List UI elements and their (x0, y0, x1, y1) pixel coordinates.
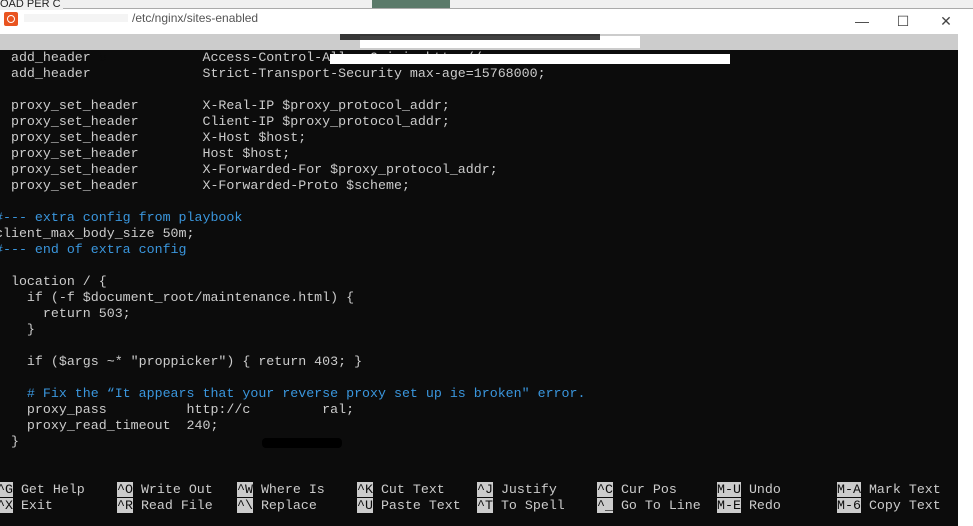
shortcut-key: ^G (0, 482, 13, 497)
background-window-tab (372, 0, 450, 8)
shortcut-key: ^\ (237, 498, 253, 513)
shortcut-key: ^R (117, 498, 133, 513)
shortcut-label: Get Help (20, 482, 85, 497)
code-line: add_header Strict-Transport-Security max… (0, 66, 546, 81)
shortcut-label: Replace (260, 498, 317, 513)
shortcut-label: Where Is (260, 482, 325, 497)
minimize-icon: — (855, 13, 869, 29)
code-line: if (-f $document_root/maintenance.html) … (0, 290, 355, 305)
shortcut-read-file[interactable]: ^R Read File (117, 498, 213, 514)
window-border (958, 34, 973, 526)
shortcut-key: ^C (597, 482, 613, 497)
shortcut-undo[interactable]: M-U Undo (717, 482, 781, 498)
shortcut-cut-text[interactable]: ^K Cut Text (357, 482, 445, 498)
shortcut-key: ^X (0, 498, 13, 513)
code-comment-line: # Fix the “It appears that your reverse … (0, 386, 586, 401)
shortcut-label: Exit (20, 498, 53, 513)
code-comment-line: #--- extra config from playbook (0, 210, 243, 225)
code-line: proxy_read_timeout 240; (0, 418, 219, 433)
shortcut-justify[interactable]: ^J Justify (477, 482, 557, 498)
shortcut-label: Justify (500, 482, 557, 497)
shortcut-key: ^U (357, 498, 373, 513)
shortcut-key: M-E (717, 498, 741, 513)
code-line: if ($args ~* "proppicker") { return 403;… (0, 354, 363, 369)
code-line: } (10, 434, 19, 449)
shortcut-label: Paste Text (380, 498, 461, 513)
code-line: return 503; (0, 306, 131, 321)
redacted-scribble (340, 34, 600, 40)
shortcut-replace[interactable]: ^\ Replace (237, 498, 317, 514)
shortcut-label: Mark Text (868, 482, 941, 497)
shortcut-label: Cur Pos (620, 482, 677, 497)
redacted-region (24, 14, 128, 22)
code-line: proxy_set_header X-Real-IP $proxy_protoc… (0, 98, 450, 113)
code-line: proxy_pass http://c ral; (0, 402, 355, 417)
code-line: proxy_set_header X-Forwarded-For $proxy_… (0, 162, 498, 177)
shortcut-exit[interactable]: ^X Exit (0, 498, 53, 514)
code-line: proxy_set_header X-Forwarded-Proto $sche… (0, 178, 410, 193)
nano-editor[interactable]: GNU nano 4.8 add_header Access-Control-A… (0, 34, 958, 526)
shortcut-label: Copy Text (868, 498, 941, 513)
redacted-region (262, 438, 342, 448)
ubuntu-icon (4, 12, 18, 26)
redacted-region (330, 54, 730, 64)
shortcut-to-spell[interactable]: ^T To Spell (477, 498, 565, 514)
shortcut-redo[interactable]: M-E Redo (717, 498, 781, 514)
shortcut-label: Cut Text (380, 482, 445, 497)
shortcut-write-out[interactable]: ^O Write Out (117, 482, 213, 498)
shortcut-key: ^K (357, 482, 373, 497)
shortcut-label: Undo (748, 482, 781, 497)
shortcut-key: ^O (117, 482, 133, 497)
shortcut-label: Write Out (140, 482, 213, 497)
title-bar[interactable]: /etc/nginx/sites-enabled — ☐ ✕ (0, 8, 973, 34)
minimize-button[interactable]: — (842, 8, 882, 34)
shortcut-key: M-A (837, 482, 861, 497)
code-line: location / { (0, 274, 107, 289)
code-line: proxy_set_header Client-IP $proxy_protoc… (0, 114, 450, 129)
shortcut-paste-text[interactable]: ^U Paste Text (357, 498, 461, 514)
shortcut-go-to-line[interactable]: ^_ Go To Line (597, 498, 701, 514)
shortcut-cur-pos[interactable]: ^C Cur Pos (597, 482, 677, 498)
window-title: /etc/nginx/sites-enabled (132, 11, 259, 25)
shortcut-key: M-6 (837, 498, 861, 513)
shortcut-label: Redo (748, 498, 781, 513)
background-window-text: OAD PER C (0, 0, 63, 10)
shortcut-key: ^W (237, 482, 253, 497)
code-comment-line: #--- end of extra config (0, 242, 187, 257)
code-line: client_max_body_size 50m; (0, 226, 195, 241)
code-line: } (26, 322, 35, 337)
code-line: proxy_set_header Host $host; (0, 146, 291, 161)
shortcut-mark-text[interactable]: M-A Mark Text (837, 482, 941, 498)
shortcut-where-is[interactable]: ^W Where Is (237, 482, 325, 498)
code-line: proxy_set_header X-Host $host; (0, 130, 307, 145)
shortcut-label: To Spell (500, 498, 565, 513)
shortcut-copy-text[interactable]: M-6 Copy Text (837, 498, 941, 514)
close-button[interactable]: ✕ (926, 8, 966, 34)
background-window-strip: OAD PER C (0, 0, 973, 10)
close-icon: ✕ (940, 12, 952, 29)
shortcut-key: ^T (477, 498, 493, 513)
shortcut-key: M-U (717, 482, 741, 497)
shortcut-label: Read File (140, 498, 213, 513)
shortcut-get-help[interactable]: ^G Get Help (0, 482, 85, 498)
shortcut-key: ^_ (597, 498, 613, 513)
maximize-icon: ☐ (896, 12, 910, 29)
shortcut-key: ^J (477, 482, 493, 497)
shortcut-label: Go To Line (620, 498, 701, 513)
maximize-button[interactable]: ☐ (883, 8, 923, 34)
